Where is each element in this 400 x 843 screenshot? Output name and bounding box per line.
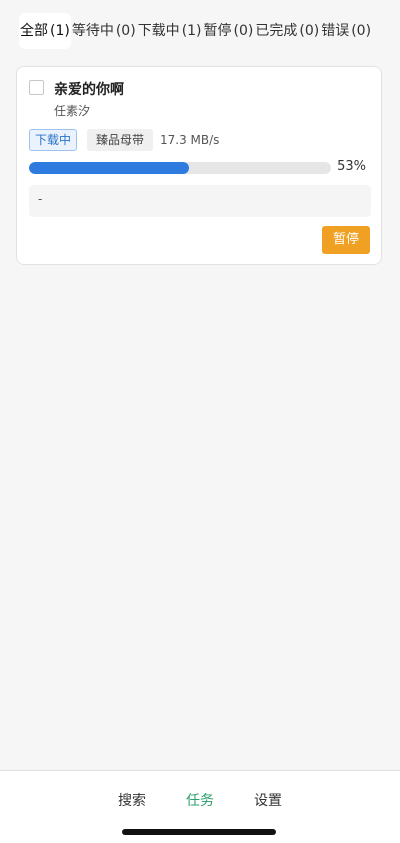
tab-completed-count: (0) [299,23,320,39]
nav-item-search[interactable]: 搜索 [98,790,166,810]
task-select-checkbox[interactable] [29,80,44,95]
progress-bar [29,162,331,174]
tab-completed[interactable]: 已完成 (0) [254,13,320,49]
task-title: 亲爱的你啊 [54,82,124,98]
tab-paused-count: (0) [233,23,254,39]
tab-downloading-count: (1) [181,23,202,39]
tab-error[interactable]: 错误 (0) [320,13,372,49]
filter-tabs: 全部 (1) 等待中 (0) 下载中 (1) 暂停 (0) 已完成 (0) 错误 (0) [19,13,372,49]
tab-waiting[interactable]: 等待中 (0) [71,13,137,49]
nav-item-tasks[interactable]: 任务 [166,790,234,810]
download-speed: 17.3 MB/s [160,133,220,147]
app-screen: 全部 (1) 等待中 (0) 下载中 (1) 暂停 (0) 已完成 (0) 错误 (0) 亲… [0,0,400,843]
tab-all-label: 全部 [20,23,48,39]
nav-item-settings[interactable]: 设置 [234,790,302,810]
task-card: 亲爱的你啊 任素汐 下载中 臻品母带 17.3 MB/s 53% - 暂停 [16,66,382,265]
tab-downloading-label: 下载中 [137,23,180,39]
tab-waiting-count: (0) [115,23,136,39]
quality-badge: 臻品母带 [87,129,154,151]
tab-completed-label: 已完成 [255,23,298,39]
progress-percent: 53% [337,159,366,174]
home-indicator[interactable] [122,829,276,835]
tab-all[interactable]: 全部 (1) [19,13,71,49]
task-artist: 任素汐 [54,104,91,118]
tab-waiting-label: 等待中 [71,23,114,39]
bottom-navigation: 搜索 任务 设置 [0,770,400,843]
pause-button[interactable]: 暂停 [322,226,370,254]
tab-paused-label: 暂停 [203,23,232,39]
tab-error-count: (0) [351,23,372,39]
tab-paused[interactable]: 暂停 (0) [203,13,255,49]
bottom-nav-items: 搜索 任务 设置 [0,790,400,810]
tab-error-label: 错误 [321,23,350,39]
tab-all-count: (1) [50,23,70,39]
task-message: - [29,185,371,217]
progress-bar-fill [29,162,190,174]
tab-downloading[interactable]: 下载中 (1) [137,13,203,49]
status-badge: 下载中 [29,129,78,151]
